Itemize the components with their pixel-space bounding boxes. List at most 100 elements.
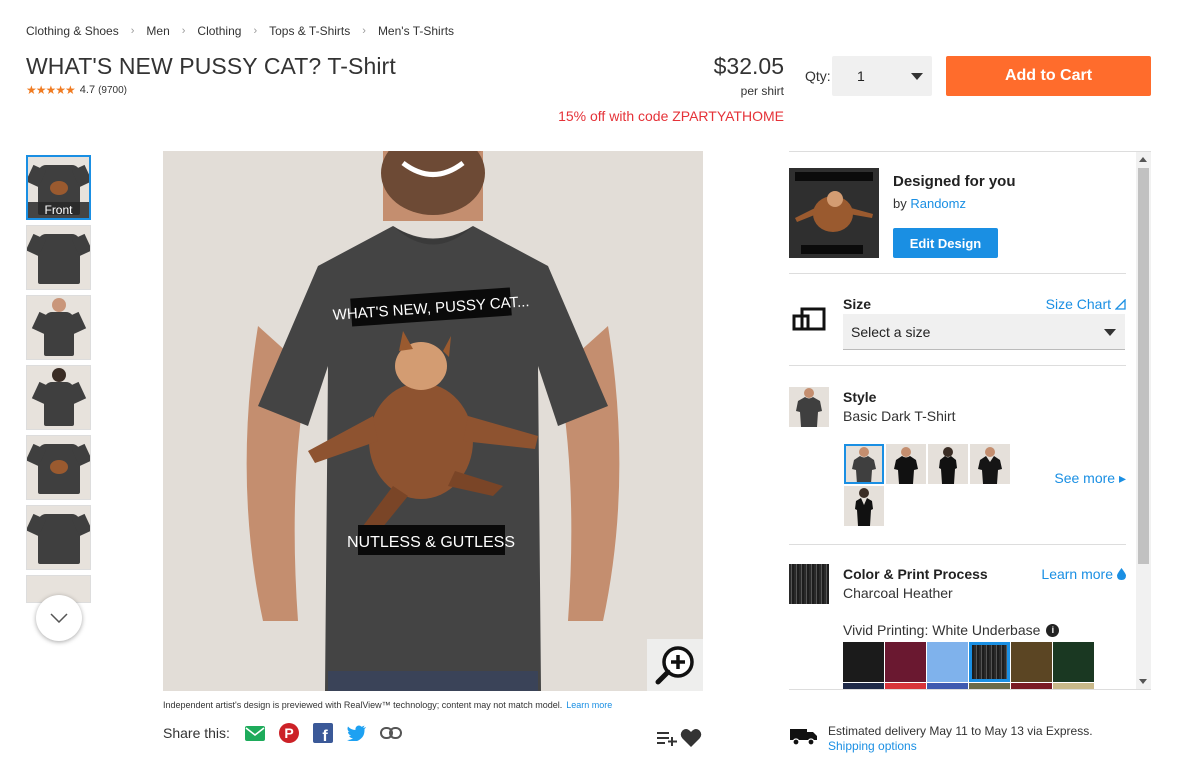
color-swatch[interactable] bbox=[1011, 642, 1052, 682]
color-print-section: Color & Print Process Charcoal Heather L… bbox=[789, 546, 1126, 689]
size-select[interactable]: Select a size bbox=[843, 314, 1125, 350]
color-swatch[interactable] bbox=[927, 683, 968, 689]
options-panel[interactable]: Designed for you by Randomz Edit Design … bbox=[789, 151, 1151, 690]
size-heading: Size bbox=[843, 296, 872, 312]
print-process-label: Vivid Printing: White Underbase bbox=[843, 622, 1041, 638]
breadcrumb: Clothing & Shoes › Men › Clothing › Tops… bbox=[26, 24, 454, 38]
style-section: Style Basic Dark T-Shirt See more ▸ bbox=[789, 367, 1126, 545]
color-swatch[interactable] bbox=[885, 642, 926, 682]
color-swatch[interactable] bbox=[1053, 642, 1094, 682]
zoom-button[interactable] bbox=[647, 639, 703, 691]
size-section: Size Size Chart Select a size bbox=[789, 276, 1126, 366]
thumbnail-list: Front bbox=[26, 155, 92, 608]
delivery-info: Estimated delivery May 11 to May 13 via … bbox=[790, 724, 1093, 754]
color-swatch[interactable] bbox=[927, 642, 968, 682]
color-swatch[interactable] bbox=[843, 642, 884, 682]
designer-line: by Randomz bbox=[893, 196, 966, 211]
color-swatch[interactable] bbox=[969, 683, 1010, 689]
qty-value: 1 bbox=[857, 68, 865, 84]
add-to-list-icon[interactable] bbox=[656, 729, 678, 752]
color-swatch[interactable] bbox=[885, 683, 926, 689]
truck-icon bbox=[790, 726, 818, 751]
color-learn-more-link[interactable]: Learn more bbox=[1041, 566, 1126, 582]
color-swatch[interactable] bbox=[843, 683, 884, 689]
price-unit: per shirt bbox=[740, 84, 784, 98]
thumbnails-scroll-down-button[interactable] bbox=[36, 595, 82, 641]
twitter-icon[interactable] bbox=[346, 722, 368, 744]
thumbnail-flat-back[interactable] bbox=[26, 505, 91, 570]
designed-for-you-section: Designed for you by Randomz Edit Design bbox=[789, 168, 1126, 274]
chevron-down-icon bbox=[50, 613, 68, 623]
list-and-like-actions bbox=[656, 728, 702, 753]
scrollbar-thumb[interactable] bbox=[1138, 168, 1149, 564]
promo-text: 15% off with code ZPARTYATHOME bbox=[558, 108, 784, 124]
breadcrumb-item-clothing[interactable]: Clothing bbox=[197, 24, 241, 38]
designer-link[interactable]: Randomz bbox=[910, 196, 966, 211]
price: $32.05 bbox=[713, 53, 784, 79]
breadcrumb-item-mens-tshirts[interactable]: Men's T-Shirts bbox=[378, 24, 454, 38]
realview-disclaimer: Independent artist's design is previewed… bbox=[163, 700, 612, 710]
design-preview-thumbnail[interactable] bbox=[789, 168, 879, 258]
color-learn-more-label: Learn more bbox=[1041, 566, 1113, 582]
chevron-right-icon: › bbox=[130, 25, 135, 37]
rating-value: 4.7 bbox=[79, 84, 96, 96]
style-preview-thumbnail bbox=[789, 387, 829, 427]
designer-by-label: by bbox=[893, 196, 911, 211]
style-swatch-basic-dark[interactable] bbox=[844, 444, 884, 484]
thumbnail-label: Front bbox=[28, 202, 89, 218]
svg-text:P: P bbox=[284, 725, 293, 741]
qty-label: Qty: bbox=[805, 68, 831, 84]
qty-select[interactable]: 1 bbox=[832, 56, 932, 96]
panel-scrollbar[interactable] bbox=[1136, 152, 1151, 689]
print-process: Vivid Printing: White Underbase i bbox=[843, 622, 1060, 638]
model-tshirt-illustration: WHAT'S NEW, PUSSY CAT... NUTLESS & GUTLE… bbox=[163, 151, 703, 691]
caret-down-icon bbox=[911, 73, 923, 80]
shipping-options-link[interactable]: Shipping options bbox=[828, 739, 1093, 754]
disclaimer-text: Independent artist's design is previewed… bbox=[163, 700, 563, 710]
thumbnail-back[interactable] bbox=[26, 225, 91, 290]
thumbnail-model-back[interactable] bbox=[26, 365, 91, 430]
share-label: Share this: bbox=[163, 725, 230, 741]
chevron-right-icon: › bbox=[362, 25, 366, 37]
product-rating[interactable]: ★★★★★ 4.7 (9700) bbox=[26, 83, 127, 97]
see-more-styles-link[interactable]: See more ▸ bbox=[1054, 470, 1126, 487]
scroll-down-arrow-icon[interactable] bbox=[1139, 679, 1147, 684]
color-swatches bbox=[843, 642, 1095, 689]
color-swatch[interactable] bbox=[1053, 683, 1094, 689]
share-bar: Share this: P f bbox=[163, 722, 414, 744]
droplet-icon bbox=[1117, 568, 1126, 580]
style-swatches bbox=[844, 444, 1024, 526]
thumbnail-front[interactable]: Front bbox=[26, 155, 91, 220]
ruler-icon bbox=[1115, 298, 1126, 310]
product-image[interactable]: WHAT'S NEW, PUSSY CAT... NUTLESS & GUTLE… bbox=[163, 151, 703, 691]
breadcrumb-item-clothing-shoes[interactable]: Clothing & Shoes bbox=[26, 24, 119, 38]
add-to-cart-button[interactable]: Add to Cart bbox=[946, 56, 1151, 96]
disclaimer-learn-more-link[interactable]: Learn more bbox=[566, 700, 612, 710]
info-icon[interactable]: i bbox=[1046, 623, 1060, 637]
caret-down-icon bbox=[1104, 329, 1116, 336]
breadcrumb-item-tops-tshirts[interactable]: Tops & T-Shirts bbox=[269, 24, 350, 38]
style-swatch-3[interactable] bbox=[928, 444, 968, 484]
thumbnail-flat-front[interactable] bbox=[26, 435, 91, 500]
delivery-estimate: Estimated delivery May 11 to May 13 via … bbox=[828, 724, 1093, 738]
style-swatch-4[interactable] bbox=[970, 444, 1010, 484]
link-icon[interactable] bbox=[379, 722, 402, 744]
thumbnail-model-front[interactable] bbox=[26, 295, 91, 360]
charcoal-heather-swatch bbox=[789, 564, 829, 604]
style-swatch-5[interactable] bbox=[844, 486, 884, 526]
style-swatch-2[interactable] bbox=[886, 444, 926, 484]
size-chart-link[interactable]: Size Chart bbox=[1046, 296, 1126, 312]
chevron-right-icon: › bbox=[253, 25, 258, 37]
zoom-in-icon bbox=[655, 646, 694, 685]
chevron-right-icon: › bbox=[181, 25, 186, 37]
heart-icon[interactable] bbox=[680, 728, 702, 753]
email-icon[interactable] bbox=[244, 722, 266, 744]
edit-design-button[interactable]: Edit Design bbox=[893, 228, 998, 258]
color-swatch[interactable] bbox=[969, 642, 1010, 682]
pinterest-icon[interactable]: P bbox=[278, 722, 300, 744]
scroll-up-arrow-icon[interactable] bbox=[1139, 157, 1147, 162]
facebook-icon[interactable]: f bbox=[312, 722, 334, 744]
color-swatch[interactable] bbox=[1011, 683, 1052, 689]
style-heading: Style bbox=[843, 389, 877, 405]
breadcrumb-item-men[interactable]: Men bbox=[146, 24, 169, 38]
